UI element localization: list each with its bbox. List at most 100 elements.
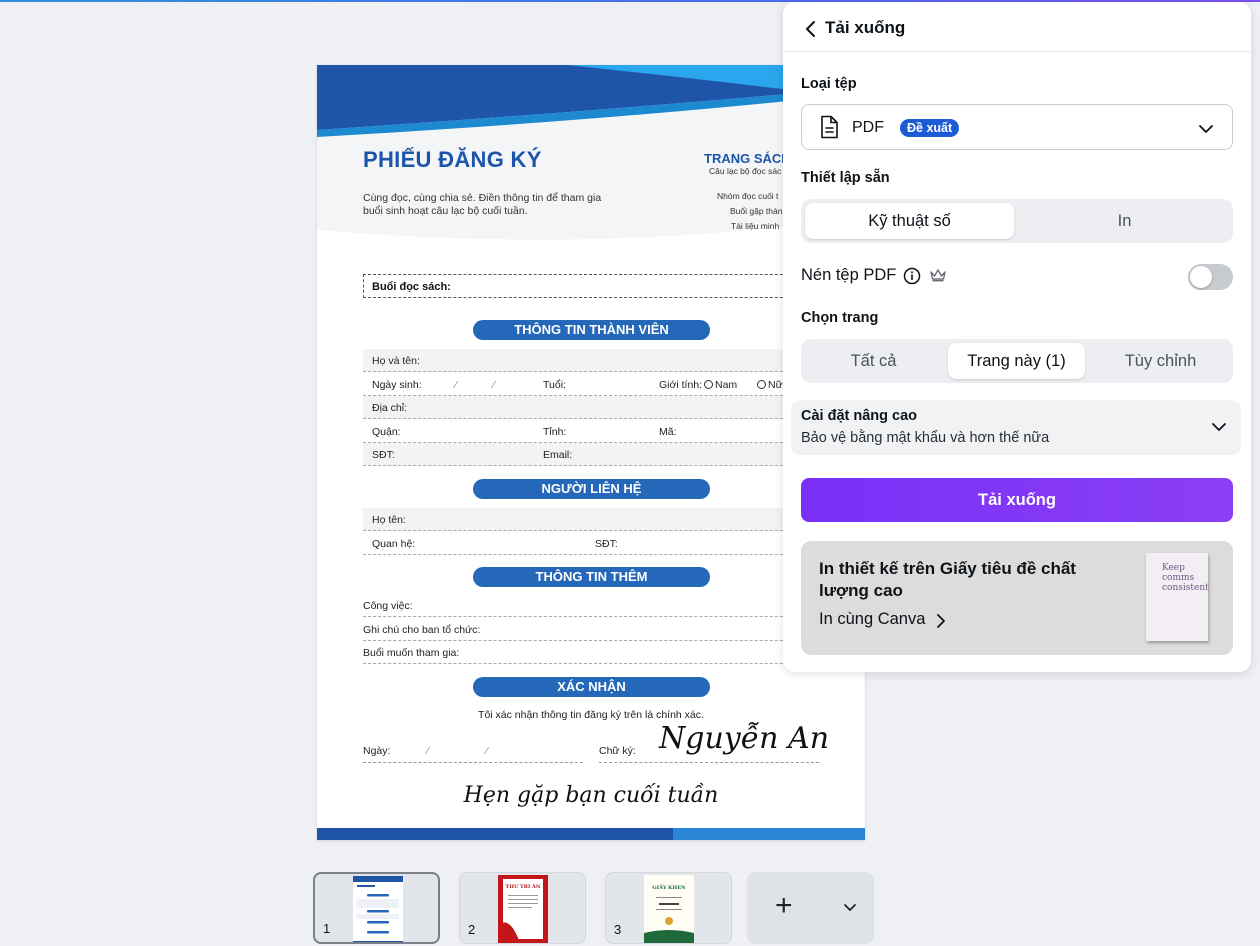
preset-option-digital[interactable]: Kỹ thuật số	[805, 203, 1014, 239]
preset-label: Thiết lập sẵn	[801, 170, 890, 186]
page-number: 3	[614, 922, 622, 937]
advanced-settings-title: Cài đặt nâng cao	[801, 408, 918, 424]
radio-circle-icon	[704, 380, 713, 389]
page-3-preview: GIẤY KHEN	[644, 875, 694, 943]
letterhead-preview-text: Keep comms consistent	[1162, 563, 1209, 593]
form-row: SĐT: Email:	[363, 443, 833, 466]
date-separator: ⁄	[427, 745, 429, 757]
crown-icon	[930, 269, 946, 282]
promo-link[interactable]: In cùng Canva	[819, 610, 925, 629]
chevron-right-icon	[937, 614, 945, 628]
file-type-label: Loại tệp	[801, 76, 857, 92]
section-member-heading: THÔNG TIN THÀNH VIÊN	[473, 320, 710, 340]
document-subtitle: Cùng đọc, cùng chia sẻ. Điền thông tin đ…	[363, 192, 602, 217]
section-confirm-heading: XÁC NHẬN	[473, 677, 710, 697]
page-3-title: GIẤY KHEN	[652, 883, 686, 891]
back-arrow-icon[interactable]	[801, 18, 823, 40]
toggle-knob	[1190, 266, 1212, 288]
field-label: SĐT:	[372, 449, 395, 461]
page-thumbnail-3[interactable]: GIẤY KHEN 3	[605, 872, 732, 944]
file-type-select[interactable]: PDF Đề xuất	[801, 104, 1233, 150]
page-1-preview	[353, 876, 403, 942]
print-promo-card[interactable]: In thiết kế trên Giấy tiêu đề chất lượng…	[801, 541, 1233, 655]
form-row: Ghi chú cho ban tổ chức:	[363, 618, 833, 641]
page-2-title: THƯ TRI ÂN	[506, 883, 541, 890]
advanced-settings[interactable]: Cài đặt nâng cao Bảo vệ bằng mật khẩu và…	[791, 400, 1241, 455]
section-extra-heading: THÔNG TIN THÊM	[473, 567, 710, 587]
date-separator: ⁄	[493, 379, 495, 391]
radio-female: Nữ	[757, 379, 783, 391]
letterhead-preview-image: Keep comms consistent	[1146, 553, 1209, 641]
section-contact-heading: NGƯỜI LIÊN HỆ	[473, 479, 710, 499]
field-label: Công việc:	[363, 600, 413, 612]
plus-icon: +	[775, 889, 793, 922]
field-label: Ghi chú cho ban tổ chức:	[363, 624, 481, 636]
document-title: PHIẾU ĐĂNG KÝ	[363, 147, 542, 172]
advanced-settings-description: Bảo vệ bằng mật khẩu và hơn thế nữa	[801, 430, 1050, 446]
signature-name: Nguyễn An	[659, 721, 830, 756]
form-row: Quan hệ: SĐT:	[363, 532, 833, 555]
field-label: Buổi muốn tham gia:	[363, 647, 460, 659]
page-2-preview: THƯ TRI ÂN	[498, 875, 548, 943]
form-row: Quận: Tỉnh: Mã:	[363, 420, 833, 443]
field-label: Email:	[543, 449, 573, 461]
field-label: Tỉnh:	[543, 426, 567, 438]
form-row: Công việc:	[363, 594, 833, 617]
page-thumbnail-2[interactable]: THƯ TRI ÂN 2	[459, 872, 586, 944]
date-line	[363, 762, 583, 763]
add-page-button[interactable]: +	[747, 872, 874, 944]
preset-option-print[interactable]: In	[1020, 203, 1229, 239]
signature-label: Chữ ký:	[599, 745, 636, 757]
promo-title: In thiết kế trên Giấy tiêu đề chất lượng…	[819, 559, 1076, 600]
file-document-icon	[821, 115, 838, 139]
field-label: Mã:	[659, 426, 677, 438]
document-meta-line: Nhóm đọc cuối t	[717, 191, 779, 201]
preset-segmented-control: Kỹ thuật số In	[801, 199, 1233, 243]
page-option-custom[interactable]: Tùy chỉnh	[1092, 343, 1229, 379]
compress-pdf-toggle[interactable]	[1188, 264, 1233, 290]
chevron-down-icon[interactable]	[843, 900, 857, 914]
document-meta-line: Tài liệu minh	[731, 221, 780, 231]
compress-pdf-label: Nén tệp PDF	[801, 266, 897, 284]
field-label: Quan hệ:	[372, 538, 416, 550]
field-label: SĐT:	[595, 538, 618, 550]
field-label: Tuổi:	[543, 379, 566, 391]
closing-text: Hẹn gặp bạn cuối tuần	[463, 783, 719, 808]
download-button[interactable]: Tải xuống	[801, 478, 1233, 522]
page-number: 1	[323, 921, 331, 936]
page-option-current[interactable]: Trang này (1)	[948, 343, 1085, 379]
radio-circle-icon	[757, 380, 766, 389]
panel-header: Tải xuống	[783, 2, 1251, 52]
field-label: Ngày sinh:	[372, 379, 422, 391]
form-row: Ngày sinh: ⁄ ⁄ Tuổi: Giới tính: Nam Nữ	[363, 373, 833, 396]
form-row: Địa chỉ:	[363, 396, 833, 419]
form-row: Họ tên:	[363, 508, 833, 531]
download-panel: Tải xuống Loại tệp PDF Đề xuất Thiết lập…	[783, 2, 1251, 672]
file-type-value: PDF	[852, 119, 884, 136]
compress-pdf-row: Nén tệp PDF	[801, 264, 1233, 290]
confirm-statement: Tôi xác nhận thông tin đăng ký trên là c…	[478, 709, 704, 721]
info-icon[interactable]	[903, 267, 921, 285]
page-segmented-control: Tất cả Trang này (1) Tùy chỉnh	[801, 339, 1233, 383]
field-label: Giới tính:	[659, 379, 703, 391]
date-separator: ⁄	[455, 379, 457, 391]
field-label: Họ và tên:	[372, 355, 420, 367]
page-select-label: Chọn trang	[801, 310, 879, 326]
form-row: Họ và tên:	[363, 349, 833, 372]
chevron-down-icon	[1212, 423, 1226, 431]
document-meta-line: Buổi gặp thán	[730, 206, 783, 216]
recommended-badge: Đề xuất	[900, 119, 960, 137]
field-label: Địa chỉ:	[372, 402, 408, 414]
chevron-down-icon	[1199, 125, 1213, 133]
signature-line	[599, 762, 819, 763]
radio-male: Nam	[704, 379, 737, 391]
date-label: Ngày:	[363, 745, 391, 757]
document-brand-sub: Câu lạc bộ đọc sác	[709, 166, 782, 176]
page-thumbnail-1[interactable]: 1	[313, 872, 440, 944]
page-option-all[interactable]: Tất cả	[805, 343, 942, 379]
form-row: Buổi muốn tham gia:	[363, 641, 833, 664]
session-field: Buổi đọc sách:	[363, 274, 833, 298]
page-number: 2	[468, 922, 476, 937]
document-brand: TRANG SÁCH	[704, 151, 791, 166]
field-label: Quận:	[372, 426, 401, 438]
